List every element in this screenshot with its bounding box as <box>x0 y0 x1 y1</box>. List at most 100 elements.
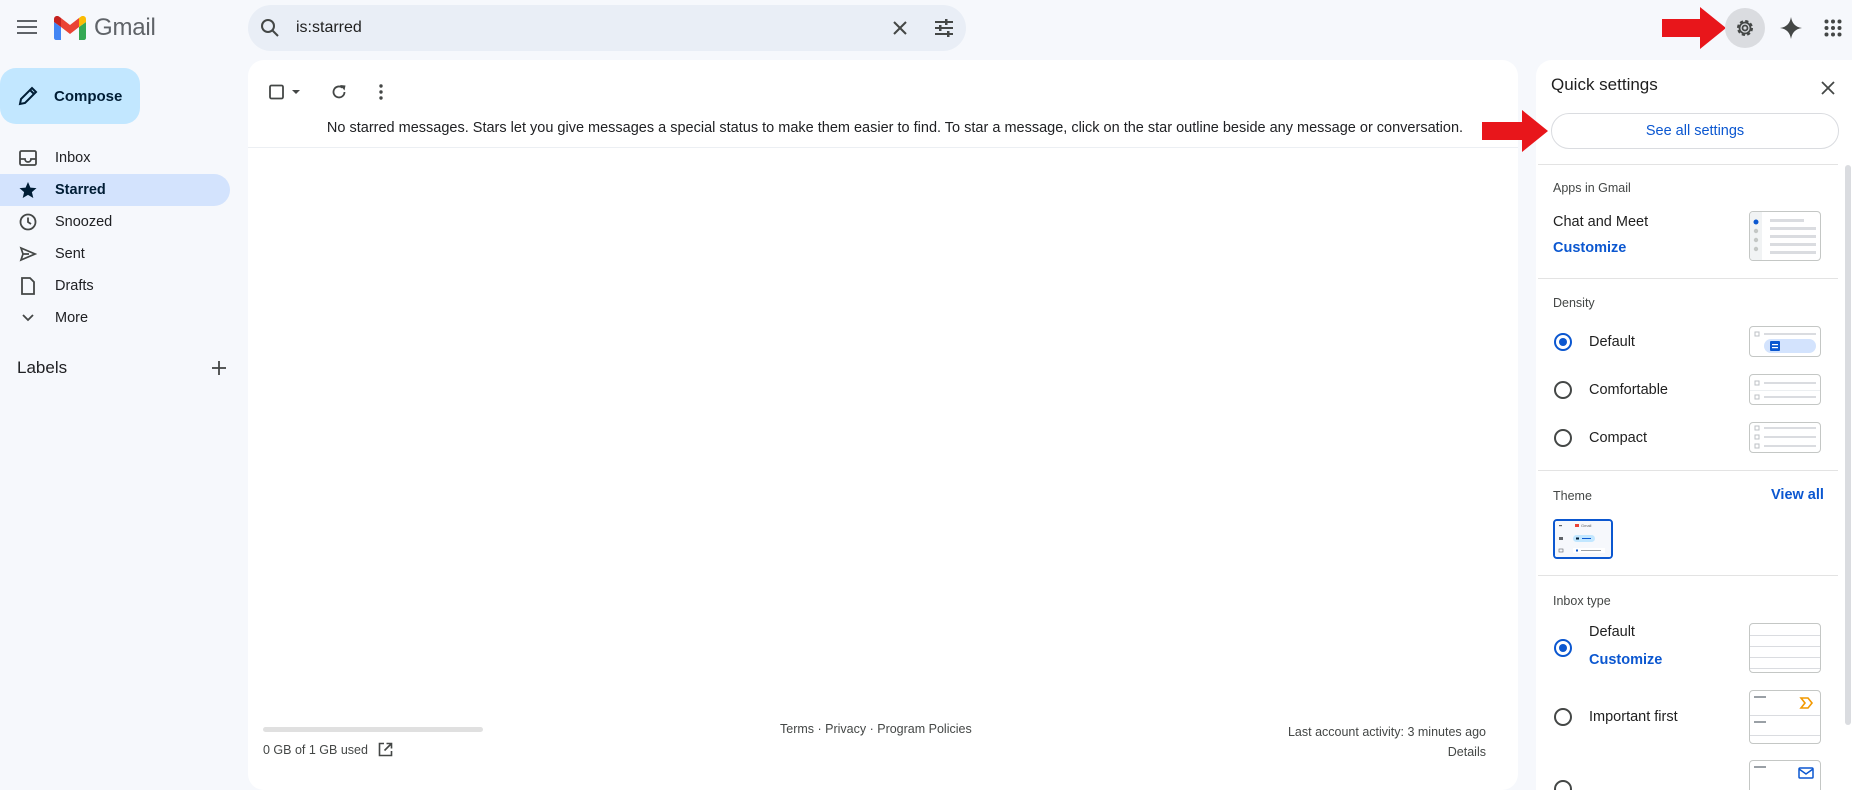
close-icon <box>893 21 907 35</box>
main-menu-button[interactable] <box>12 12 42 42</box>
search-options-button[interactable] <box>922 6 966 50</box>
inbox-customize-link[interactable]: Customize <box>1589 652 1662 668</box>
density-comfortable-radio[interactable] <box>1554 381 1572 399</box>
select-checkbox[interactable] <box>264 72 306 112</box>
density-default-radio[interactable] <box>1554 333 1572 351</box>
inbox-option-label: Important first <box>1589 709 1678 725</box>
open-in-new-icon <box>378 742 393 757</box>
search-input[interactable] <box>292 19 878 37</box>
density-option-label: Default <box>1589 334 1635 350</box>
terms-link[interactable]: Terms <box>780 722 814 736</box>
chat-meet-thumbnail <box>1749 211 1821 261</box>
create-label-button[interactable] <box>211 360 227 376</box>
divider <box>1538 164 1838 165</box>
gemini-button[interactable] <box>1771 8 1811 48</box>
inbox-option-label: Default <box>1589 624 1635 640</box>
inbox-next-option-thumbnail <box>1749 760 1821 790</box>
close-quick-settings-button[interactable] <box>1814 74 1842 102</box>
manage-storage-link[interactable] <box>378 742 393 757</box>
sparkle-icon <box>1780 17 1802 39</box>
inbox-next-option-radio[interactable] <box>1554 780 1572 790</box>
chat-meet-label: Chat and Meet <box>1553 214 1649 230</box>
annotation-arrow-see-all <box>1482 110 1548 152</box>
apps-customize-link[interactable]: Customize <box>1553 240 1626 256</box>
inbox-default-radio[interactable] <box>1554 639 1572 657</box>
search-button[interactable] <box>248 18 292 38</box>
draft-icon <box>18 277 38 295</box>
sidebar-item-label: Drafts <box>55 278 94 294</box>
settings-button[interactable] <box>1725 8 1765 48</box>
refresh-button[interactable] <box>318 72 360 112</box>
labels-header: Labels <box>17 358 227 378</box>
view-all-themes-link[interactable]: View all <box>1771 487 1824 503</box>
footer-separator: · <box>814 722 826 736</box>
hamburger-icon <box>17 20 37 34</box>
sidebar-item-inbox[interactable]: Inbox <box>0 142 230 174</box>
quick-settings-scrollbar[interactable] <box>1845 165 1851 725</box>
density-compact-thumbnail <box>1749 422 1821 453</box>
gmail-m-icon <box>54 16 86 40</box>
search-icon <box>261 19 279 37</box>
sidebar-item-label: Sent <box>55 246 85 262</box>
density-section-heading: Density <box>1553 296 1595 310</box>
gmail-logo[interactable]: Gmail <box>54 14 156 42</box>
sidebar-item-label: Snoozed <box>55 214 113 230</box>
sidebar-item-snoozed[interactable]: Snoozed <box>0 206 230 238</box>
sidebar-item-more[interactable]: More <box>0 302 230 334</box>
see-all-settings-button[interactable]: See all settings <box>1551 113 1839 149</box>
send-icon <box>18 246 38 262</box>
account-activity: Last account activity: 3 minutes ago Det… <box>1200 722 1486 762</box>
last-activity-text: Last account activity: 3 minutes ago <box>1287 725 1486 739</box>
divider <box>1538 575 1838 576</box>
inbox-default-thumbnail <box>1749 623 1821 673</box>
privacy-link[interactable]: Privacy <box>825 722 866 736</box>
apps-section-heading: Apps in Gmail <box>1553 181 1631 195</box>
sidebar-item-label: More <box>55 310 89 326</box>
theme-thumbnail[interactable]: Gmail <box>1553 519 1613 559</box>
labels-heading: Labels <box>17 358 68 377</box>
footer-separator: · <box>866 722 878 736</box>
sidebar-item-label: Inbox <box>55 150 91 166</box>
compose-label: Compose <box>54 87 123 105</box>
app-name: Gmail <box>94 14 156 41</box>
google-apps-button[interactable] <box>1813 8 1852 48</box>
inbox-icon <box>18 150 38 166</box>
more-options-button[interactable] <box>360 72 402 112</box>
density-default-thumbnail <box>1749 326 1821 357</box>
main-panel <box>248 60 1518 790</box>
storage-usage: 0 GB of 1 GB used <box>263 742 393 757</box>
density-compact-radio[interactable] <box>1554 429 1572 447</box>
sidebar-item-sent[interactable]: Sent <box>0 238 230 270</box>
density-option-label: Compact <box>1589 430 1648 446</box>
theme-section-heading: Theme <box>1553 489 1592 503</box>
divider <box>1538 278 1838 279</box>
program-policies-link[interactable]: Program Policies <box>877 722 971 736</box>
pencil-icon <box>18 86 38 106</box>
checkbox-dropdown-icon <box>269 84 300 100</box>
sidebar-item-starred[interactable]: Starred <box>0 174 230 206</box>
sidebar-item-label: Starred <box>55 182 106 198</box>
close-icon <box>1821 81 1835 95</box>
apps-grid-icon <box>1824 19 1842 37</box>
sidebar-nav: Inbox Starred Snoozed Sent Drafts More <box>0 142 230 334</box>
activity-details-link[interactable]: Details <box>1200 742 1486 762</box>
annotation-arrow-gear <box>1662 7 1726 49</box>
compose-button[interactable]: Compose <box>0 68 140 124</box>
clear-search-button[interactable] <box>878 6 922 50</box>
tune-icon <box>935 19 953 37</box>
theme-thumbnail-label: Gmail <box>1581 523 1592 528</box>
density-option-label: Comfortable <box>1589 382 1668 398</box>
divider <box>1538 470 1838 471</box>
more-vert-icon <box>379 84 383 100</box>
inbox-important-first-thumbnail <box>1749 690 1821 744</box>
refresh-icon <box>332 85 346 99</box>
inbox-important-first-radio[interactable] <box>1554 708 1572 726</box>
plus-icon <box>212 361 226 375</box>
star-icon <box>18 181 38 199</box>
inbox-type-section-heading: Inbox type <box>1553 594 1611 608</box>
storage-usage-text: 0 GB of 1 GB used <box>263 742 368 757</box>
density-comfortable-thumbnail <box>1749 374 1821 405</box>
sidebar-item-drafts[interactable]: Drafts <box>0 270 230 302</box>
footer-links: Terms · Privacy · Program Policies <box>780 722 972 736</box>
storage-usage-bar <box>263 727 483 732</box>
